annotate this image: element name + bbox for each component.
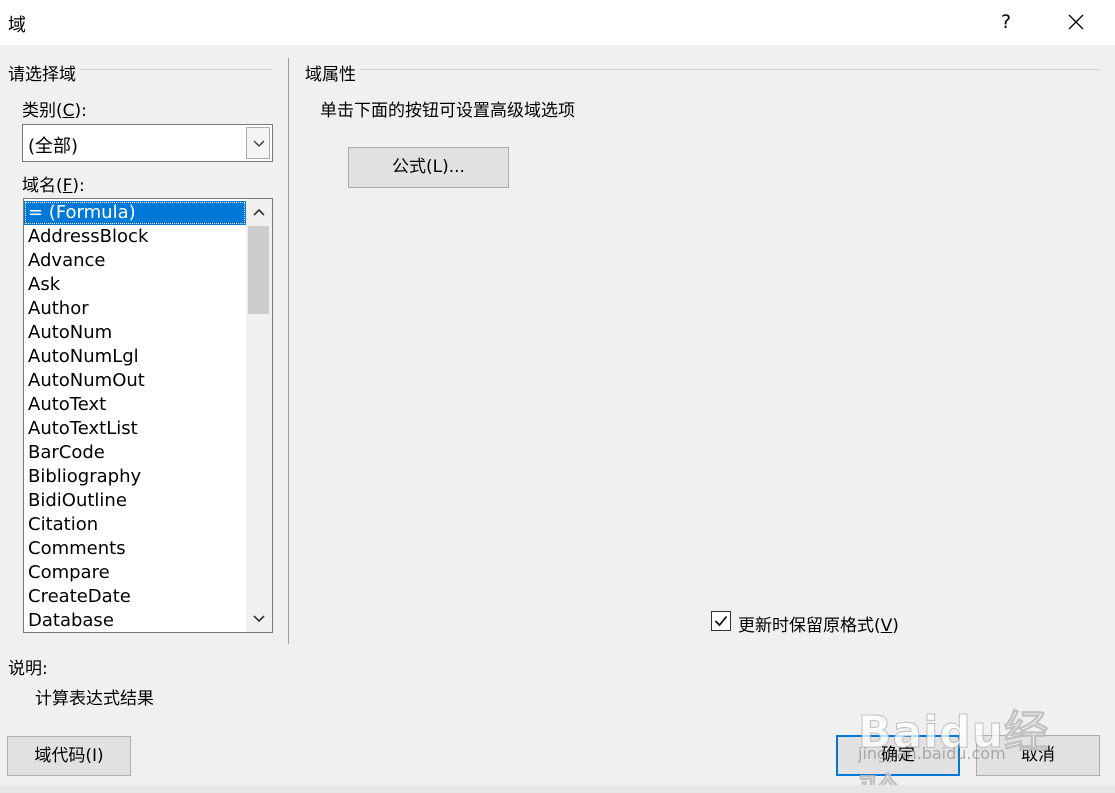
category-value: (全部) (28, 136, 79, 157)
category-dropdown-button[interactable] (246, 127, 270, 159)
close-button[interactable] (1058, 6, 1094, 38)
field-names-items: = (Formula) AddressBlock Advance Ask Author A… (24, 201, 246, 632)
list-item[interactable]: BarCode (24, 441, 246, 465)
scroll-down-button[interactable] (246, 606, 272, 632)
list-scrollbar[interactable] (246, 199, 272, 632)
panel-separator (288, 58, 289, 644)
field-properties-group-label: 域属性 (305, 60, 360, 85)
title-bar: 域 ? (0, 0, 1115, 45)
field-names-list[interactable]: = (Formula) AddressBlock Advance Ask Author A… (23, 198, 273, 633)
list-item[interactable]: AutoText (24, 393, 246, 417)
list-item[interactable]: Database (24, 609, 246, 632)
category-dropdown[interactable]: (全部) (22, 124, 273, 162)
properties-instruction: 单击下面的按钮可设置高级域选项 (320, 101, 575, 121)
list-item[interactable]: AutoNum (24, 321, 246, 345)
category-label: 类别(C): (22, 101, 87, 121)
chevron-down-icon (253, 140, 265, 147)
list-item[interactable]: Compare (24, 561, 246, 585)
list-item[interactable]: AutoNumOut (24, 369, 246, 393)
help-button[interactable]: ? (988, 6, 1024, 38)
description-label: 说明: (8, 659, 48, 679)
list-item[interactable]: = (Formula) (24, 201, 246, 225)
preserve-format-checkbox[interactable] (711, 611, 731, 631)
list-item[interactable]: Citation (24, 513, 246, 537)
list-item[interactable]: Ask (24, 273, 246, 297)
list-item[interactable]: AutoNumLgl (24, 345, 246, 369)
dialog-title: 域 (8, 15, 26, 36)
ok-button[interactable]: 确定 (836, 735, 960, 776)
list-item[interactable]: Comments (24, 537, 246, 561)
scroll-up-button[interactable] (246, 199, 272, 225)
chevron-down-icon (253, 615, 265, 623)
checkmark-icon (714, 615, 728, 627)
description-text: 计算表达式结果 (35, 689, 154, 709)
field-codes-button[interactable]: 域代码(I) (7, 736, 131, 776)
field-names-label: 域名(F): (22, 176, 85, 196)
formula-button[interactable]: 公式(L)... (348, 147, 509, 188)
chevron-up-icon (253, 208, 265, 216)
list-item[interactable]: AutoTextList (24, 417, 246, 441)
list-item[interactable]: Author (24, 297, 246, 321)
scroll-thumb[interactable] (248, 226, 269, 314)
cancel-button[interactable]: 取消 (976, 735, 1100, 776)
group-divider-right (305, 69, 1100, 70)
select-field-group-label: 请选择域 (8, 60, 80, 85)
list-item[interactable]: Bibliography (24, 465, 246, 489)
preserve-format-label[interactable]: 更新时保留原格式(V) (738, 611, 899, 636)
list-item[interactable]: AddressBlock (24, 225, 246, 249)
list-item[interactable]: Advance (24, 249, 246, 273)
list-item[interactable]: BidiOutline (24, 489, 246, 513)
background-strip (0, 785, 1115, 793)
close-icon (1068, 14, 1084, 30)
list-item[interactable]: CreateDate (24, 585, 246, 609)
